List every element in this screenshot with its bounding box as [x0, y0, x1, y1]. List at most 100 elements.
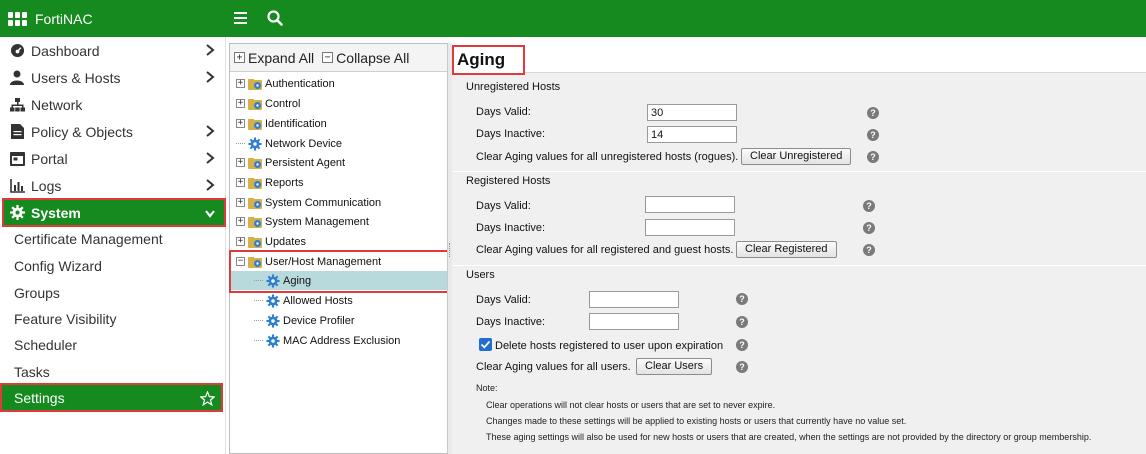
tree-node-label: Updates [265, 235, 306, 248]
tree-node-persistent-agent[interactable]: + Persistent Agent [230, 153, 345, 172]
sidebar-item-label: Policy & Objects [31, 123, 133, 140]
sidebar-subitem-scheduler[interactable]: Scheduler [0, 331, 226, 358]
reg-clear-label: Clear Aging values for all registered an… [476, 244, 734, 256]
unreg-days-valid-input[interactable] [647, 104, 737, 121]
help-icon[interactable]: ? [863, 200, 875, 212]
users-days-inactive-label: Days Inactive: [476, 316, 546, 328]
help-icon[interactable]: ? [736, 293, 748, 305]
search-icon[interactable] [266, 9, 284, 27]
folder-gear-icon [245, 215, 265, 229]
logs-chart-icon [9, 178, 25, 194]
tree-node-identification[interactable]: + Identification [230, 114, 327, 133]
expand-icon[interactable]: + [236, 217, 245, 226]
sidebar-item-label: Dashboard [31, 42, 100, 59]
help-icon[interactable]: ? [863, 222, 875, 234]
sidebar-item-policy-objects[interactable]: Policy & Objects [0, 118, 226, 145]
app-title: FortiNAC [35, 10, 93, 27]
users-clear-label: Clear Aging values for all users. [476, 361, 631, 373]
sidebar-item-label: Certificate Management [14, 230, 163, 247]
expand-icon[interactable]: + [236, 198, 245, 207]
expand-all-button[interactable]: + Expand All [234, 50, 314, 66]
sidebar-item-logs[interactable]: Logs [0, 172, 226, 199]
section-heading-unregistered: Unregistered Hosts [466, 81, 561, 93]
expand-icon[interactable]: + [236, 237, 245, 246]
folder-gear-icon [245, 97, 265, 111]
help-icon[interactable]: ? [867, 107, 879, 119]
network-icon [9, 97, 25, 113]
sidebar-subitem-certificate-management[interactable]: Certificate Management [0, 225, 226, 252]
sidebar-subitem-groups[interactable]: Groups [0, 279, 226, 306]
users-days-inactive-input[interactable] [589, 313, 679, 330]
gear-icon [263, 313, 283, 328]
gear-icon [9, 205, 25, 221]
tree-node-control[interactable]: + Control [230, 94, 300, 113]
tree-node-updates[interactable]: + Updates [230, 232, 306, 251]
help-icon[interactable]: ? [736, 361, 748, 373]
sidebar-item-label: Settings [14, 389, 65, 406]
clear-unregistered-button[interactable]: Clear Unregistered [741, 148, 852, 165]
delete-hosts-label[interactable]: Delete hosts registered to user upon exp… [495, 340, 723, 352]
clear-users-button[interactable]: Clear Users [636, 358, 713, 375]
section-heading-users: Users [466, 269, 495, 281]
hamburger-menu-icon[interactable] [232, 9, 250, 27]
tree-node-label: Persistent Agent [265, 156, 346, 169]
tree-node-reports[interactable]: + Reports [230, 173, 304, 192]
tree-node-system-communication[interactable]: + System Communication [230, 193, 381, 212]
help-icon[interactable]: ? [867, 129, 879, 141]
note-line: Changes made to these settings will be a… [486, 416, 907, 426]
tree-node-authentication[interactable]: + Authentication [230, 74, 335, 93]
expand-icon[interactable]: + [236, 119, 245, 128]
sidebar-item-portal[interactable]: Portal [0, 145, 226, 172]
delete-hosts-checkbox[interactable] [479, 338, 492, 351]
folder-gear-icon [245, 196, 265, 210]
users-days-valid-input[interactable] [589, 291, 679, 308]
clear-registered-button[interactable]: Clear Registered [736, 241, 837, 258]
chevron-right-icon [206, 71, 215, 83]
help-icon[interactable]: ? [736, 316, 748, 328]
tree-node-network-device[interactable]: Network Device [230, 134, 342, 153]
expand-all-label: Expand All [248, 49, 315, 66]
sidebar-subitem-settings[interactable]: Settings [0, 383, 223, 412]
unreg-days-inactive-input[interactable] [647, 126, 737, 143]
tree-connector [254, 340, 263, 341]
tree-node-device-profiler[interactable]: Device Profiler [230, 311, 355, 330]
expand-icon[interactable]: + [236, 99, 245, 108]
expand-icon[interactable]: + [236, 178, 245, 187]
folder-gear-icon [245, 176, 265, 190]
tree-node-allowed-hosts[interactable]: Allowed Hosts [230, 291, 353, 310]
tree-node-system-management[interactable]: + System Management [230, 212, 369, 231]
tree-node-label: Authentication [265, 77, 335, 90]
sidebar-item-dashboard[interactable]: Dashboard [0, 37, 226, 64]
tree-node-label: System Management [265, 215, 369, 228]
main-content: Aging Unregistered Hosts Days Valid: ? D… [452, 43, 1146, 454]
unreg-days-valid-label: Days Valid: [476, 106, 531, 118]
sidebar-item-network[interactable]: Network [0, 91, 226, 118]
collapse-all-button[interactable]: − Collapse All [322, 50, 409, 66]
help-icon[interactable]: ? [867, 151, 879, 163]
expand-icon[interactable]: + [236, 158, 245, 167]
help-icon[interactable]: ? [736, 339, 748, 351]
help-icon[interactable]: ? [863, 244, 875, 256]
sidebar-item-users-hosts[interactable]: Users & Hosts [0, 64, 226, 91]
tree-node-label: Allowed Hosts [283, 294, 353, 307]
app-grid-icon [8, 11, 27, 26]
sidebar-subitem-feature-visibility[interactable]: Feature Visibility [0, 305, 226, 332]
reg-days-inactive-label: Days Inactive: [476, 222, 546, 234]
sidebar-subitem-tasks[interactable]: Tasks [0, 358, 226, 385]
reg-days-valid-input[interactable] [645, 196, 735, 213]
tree-node-label: Control [265, 97, 301, 110]
tree-node-mac-address-exclusion[interactable]: MAC Address Exclusion [230, 331, 400, 350]
sidebar-item-label: Logs [31, 177, 62, 194]
star-favorite-icon[interactable] [200, 391, 215, 406]
gear-icon [263, 333, 283, 348]
note-line: Clear operations will not clear hosts or… [486, 400, 776, 410]
expand-icon[interactable]: + [236, 79, 245, 88]
dashboard-gauge-icon [9, 43, 25, 59]
brand[interactable]: FortiNAC [8, 0, 93, 37]
portal-icon [9, 151, 25, 167]
sidebar-item-system[interactable]: System [2, 198, 226, 227]
chevron-right-icon [206, 152, 215, 164]
sidebar-item-label: Portal [31, 150, 68, 167]
sidebar-subitem-config-wizard[interactable]: Config Wizard [0, 252, 226, 279]
reg-days-inactive-input[interactable] [645, 219, 735, 236]
